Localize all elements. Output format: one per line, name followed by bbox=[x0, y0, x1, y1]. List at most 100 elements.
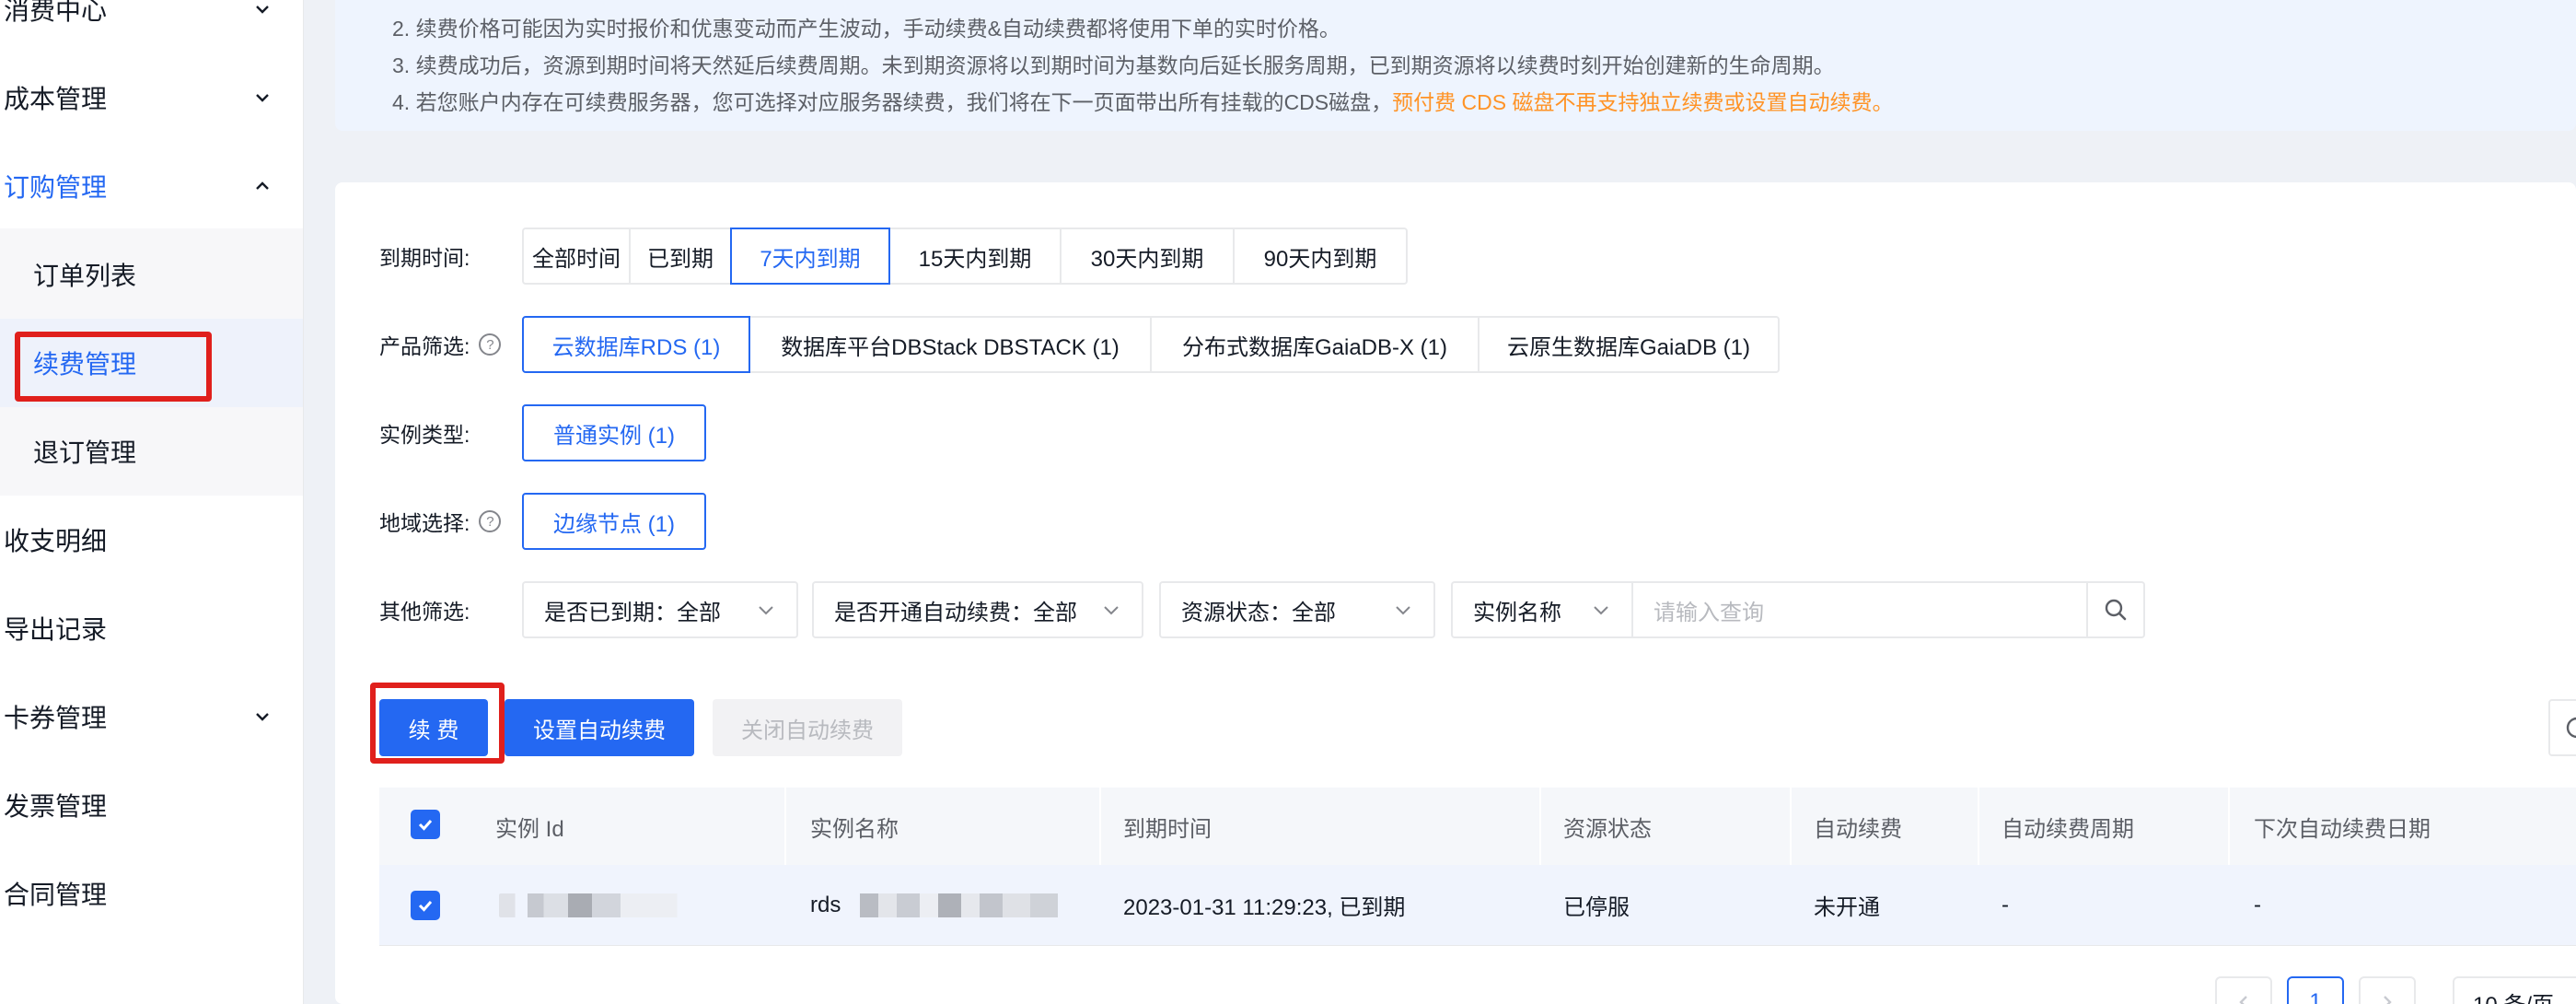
sidebar-item-order-management[interactable]: 订购管理 bbox=[0, 142, 303, 230]
expire-option-30-days[interactable]: 30天内到期 bbox=[1060, 228, 1235, 285]
column-header-instance-id: 实例 Id bbox=[495, 816, 564, 842]
cell-instance-id[interactable]: C bbox=[499, 865, 702, 945]
chevron-down-icon bbox=[759, 606, 773, 615]
chevron-down-icon bbox=[256, 6, 269, 14]
instance-type-option-normal[interactable]: 普通实例 (1) bbox=[522, 404, 706, 461]
sidebar: 消费中心 成本管理 订购管理 订单列表 续费管理 退订管理 收支明细 导出记录 … bbox=[0, 0, 304, 1004]
prev-page-button[interactable] bbox=[2215, 976, 2272, 1004]
page-size-select[interactable]: 10 条/页 bbox=[2453, 976, 2576, 1004]
column-divider bbox=[1539, 788, 1541, 865]
select-value: 是否已到期：全部 bbox=[544, 600, 721, 625]
region-filter: 边缘节点 (1) bbox=[522, 493, 706, 550]
settings-icon[interactable] bbox=[2548, 699, 2576, 756]
chevron-down-icon bbox=[256, 94, 269, 102]
sidebar-item-cost-management[interactable]: 成本管理 bbox=[0, 53, 303, 142]
column-header-instance-name: 实例名称 bbox=[810, 816, 899, 842]
sidebar-item-consumption-center[interactable]: 消费中心 bbox=[0, 0, 303, 53]
page-number-button[interactable]: 1 bbox=[2287, 976, 2344, 1004]
search-field-select[interactable]: 实例名称 bbox=[1451, 581, 1633, 638]
expired-select[interactable]: 是否已到期：全部 bbox=[522, 581, 798, 638]
filter-label-expire: 到期时间: bbox=[379, 228, 470, 284]
notice-line-3: 3. 续费成功后，资源到期时间将天然延后续费周期。未到期资源将以到期时间为基数向… bbox=[392, 53, 1835, 77]
sidebar-item-label: 卡券管理 bbox=[4, 704, 108, 732]
redacted-instance-name bbox=[846, 893, 1077, 917]
column-divider bbox=[2228, 788, 2230, 865]
expire-option-90-days[interactable]: 90天内到期 bbox=[1233, 228, 1408, 285]
cell-auto-renew: 未开通 bbox=[1814, 895, 1880, 920]
sidebar-item-export-records[interactable]: 导出记录 bbox=[0, 584, 303, 672]
table-row[interactable]: C rds 2023-01-31 11:29:23, 已到期 已停服 未开通 -… bbox=[379, 865, 2576, 946]
sidebar-item-label: 订单列表 bbox=[33, 262, 137, 290]
renewal-notice: 2. 续费价格可能因为实时报价和优惠变动而产生波动，手动续费&自动续费都将使用下… bbox=[335, 0, 2576, 131]
sidebar-item-invoice-management[interactable]: 发票管理 bbox=[0, 761, 303, 849]
row-checkbox[interactable] bbox=[411, 891, 440, 920]
column-divider bbox=[1978, 788, 1979, 865]
sidebar-item-contract-management[interactable]: 合同管理 bbox=[0, 849, 303, 938]
chevron-down-icon bbox=[1594, 606, 1608, 615]
filter-label-text: 地域选择: bbox=[379, 511, 470, 535]
filter-label-text: 实例类型: bbox=[379, 423, 470, 447]
product-filter: 云数据库RDS (1) 数据库平台DBStack DBSTACK (1) 分布式… bbox=[522, 316, 1780, 373]
cell-expire-time: 2023-01-31 11:29:23, 已到期 bbox=[1123, 895, 1406, 920]
product-option-gaiadb-x[interactable]: 分布式数据库GaiaDB-X (1) bbox=[1150, 316, 1479, 373]
resource-status-select[interactable]: 资源状态：全部 bbox=[1159, 581, 1435, 638]
column-header-next-renew-date: 下次自动续费日期 bbox=[2254, 816, 2431, 842]
select-all-checkbox[interactable] bbox=[411, 810, 440, 839]
sidebar-item-renewal-management[interactable]: 续费管理 bbox=[0, 319, 303, 407]
product-option-rds[interactable]: 云数据库RDS (1) bbox=[522, 316, 750, 373]
column-header-expire-time: 到期时间 bbox=[1123, 816, 1212, 842]
search-placeholder: 请输入查询 bbox=[1654, 600, 1764, 625]
renew-button[interactable]: 续 费 bbox=[379, 699, 488, 756]
column-divider bbox=[1790, 788, 1792, 865]
expire-option-15-days[interactable]: 15天内到期 bbox=[888, 228, 1062, 285]
sidebar-item-label: 退订管理 bbox=[33, 438, 137, 467]
expire-option-all[interactable]: 全部时间 bbox=[522, 228, 631, 285]
expire-option-7-days[interactable]: 7天内到期 bbox=[730, 228, 890, 285]
column-divider bbox=[784, 788, 786, 865]
cell-resource-status: 已停服 bbox=[1563, 895, 1630, 920]
product-option-dbstack[interactable]: 数据库平台DBStack DBSTACK (1) bbox=[748, 316, 1152, 373]
sidebar-item-label: 成本管理 bbox=[4, 85, 108, 113]
expire-time-filter: 全部时间 已到期 7天内到期 15天内到期 30天内到期 90天内到期 bbox=[522, 228, 1408, 285]
sidebar-item-label: 导出记录 bbox=[4, 615, 108, 644]
region-option-edge[interactable]: 边缘节点 (1) bbox=[522, 493, 706, 550]
chevron-down-icon bbox=[256, 713, 269, 721]
notice-warning-text: 预付费 CDS 磁盘不再支持独立续费或设置自动续费。 bbox=[1392, 90, 1894, 114]
filter-label-instance-type: 实例类型: bbox=[379, 405, 470, 461]
help-icon[interactable]: ? bbox=[479, 510, 502, 532]
filter-label-text: 产品筛选: bbox=[379, 334, 470, 358]
sidebar-item-unsubscribe-management[interactable]: 退订管理 bbox=[0, 407, 303, 496]
chevron-down-icon bbox=[1396, 606, 1410, 615]
column-header-auto-renew-cycle: 自动续费周期 bbox=[2002, 816, 2134, 842]
chevron-right-icon bbox=[2384, 996, 2392, 1004]
cell-next-renew-date: - bbox=[2254, 892, 2261, 917]
cell-instance-name: rds bbox=[810, 865, 1077, 945]
select-value: 实例名称 bbox=[1473, 600, 1561, 625]
help-icon[interactable]: ? bbox=[479, 333, 502, 356]
close-auto-renew-button[interactable]: 关闭自动续费 bbox=[713, 699, 902, 756]
search-button[interactable] bbox=[2086, 581, 2145, 638]
cell-auto-renew-cycle: - bbox=[2002, 892, 2009, 917]
sidebar-item-label: 发票管理 bbox=[4, 792, 108, 821]
sidebar-item-label: 合同管理 bbox=[4, 881, 108, 909]
notice-line-4: 4. 若您账户内存在可续费服务器，您可选择对应服务器续费，我们将在下一页面带出所… bbox=[392, 85, 1893, 116]
sidebar-item-income-expense[interactable]: 收支明细 bbox=[0, 496, 303, 584]
sidebar-item-order-list[interactable]: 订单列表 bbox=[0, 230, 303, 319]
product-option-gaiadb[interactable]: 云原生数据库GaiaDB (1) bbox=[1478, 316, 1780, 373]
column-header-resource-status: 资源状态 bbox=[1563, 816, 1652, 842]
select-value: 资源状态：全部 bbox=[1181, 600, 1336, 625]
chevron-up-icon bbox=[256, 181, 269, 190]
expire-option-expired[interactable]: 已到期 bbox=[629, 228, 732, 285]
notice-line-2: 2. 续费价格可能因为实时报价和优惠变动而产生波动，手动续费&自动续费都将使用下… bbox=[392, 17, 1340, 41]
sidebar-item-coupon-management[interactable]: 卡券管理 bbox=[0, 672, 303, 761]
auto-renew-select[interactable]: 是否开通自动续费：全部 bbox=[812, 581, 1143, 638]
column-header-auto-renew: 自动续费 bbox=[1814, 816, 1902, 842]
filter-label-region: 地域选择: ? bbox=[379, 494, 502, 549]
filter-label-other: 其他筛选: bbox=[379, 582, 470, 637]
next-page-button[interactable] bbox=[2359, 976, 2416, 1004]
set-auto-renew-button[interactable]: 设置自动续费 bbox=[505, 699, 694, 756]
check-icon bbox=[418, 901, 433, 912]
sidebar-item-label: 收支明细 bbox=[4, 527, 108, 555]
search-input[interactable]: 请输入查询 bbox=[1633, 581, 2088, 638]
chevron-down-icon bbox=[1104, 606, 1119, 615]
